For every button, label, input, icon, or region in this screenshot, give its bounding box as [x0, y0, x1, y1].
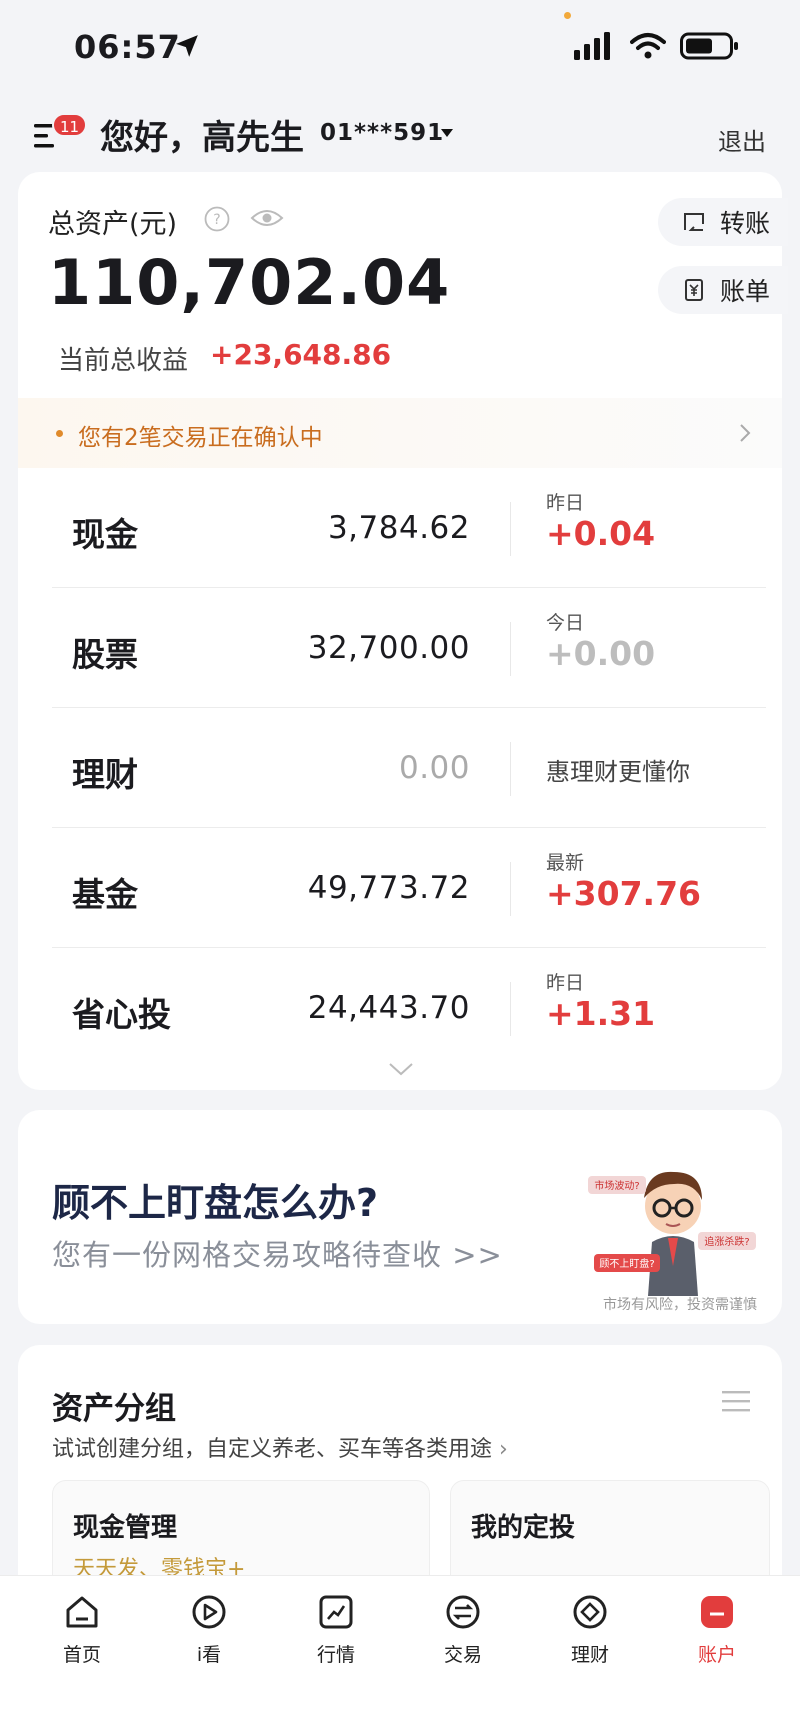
bottom-tab-bar: 首页 i看 行情 交易 理财 账户: [0, 1575, 800, 1731]
promo-title: 顾不上盯盘怎么办?: [52, 1181, 379, 1225]
asset-name: 理财: [72, 755, 138, 794]
bill-button[interactable]: 账单: [658, 266, 788, 314]
asset-row-stocks[interactable]: 股票 32,700.00 今日 +0.00: [52, 588, 766, 708]
tab-label: 理财: [570, 1644, 609, 1666]
chart-icon: [319, 1595, 353, 1629]
tab-market[interactable]: 行情: [276, 1592, 396, 1682]
transfer-label: 转账: [720, 209, 771, 238]
tab-i-look[interactable]: i看: [149, 1592, 269, 1682]
tile-title: 我的定投: [471, 1513, 576, 1543]
tab-label: 交易: [443, 1644, 482, 1666]
chevron-right-icon: [740, 424, 751, 442]
divider: [510, 622, 511, 676]
asset-change: +307.76: [546, 874, 701, 913]
chevron-right-icon: ›: [499, 1437, 508, 1462]
asset-group-hint: 试试创建分组，自定义养老、买车等各类用途: [52, 1437, 493, 1462]
asset-amount: 49,773.72: [307, 870, 470, 906]
wifi-icon: [630, 33, 666, 59]
battery-icon: [680, 32, 738, 60]
change-period-label: 昨日: [546, 492, 585, 514]
asset-name: 现金: [72, 515, 138, 554]
greeting: 您好，高先生: [100, 118, 304, 158]
tab-label: 行情: [316, 1644, 355, 1666]
grid-trading-promo-card[interactable]: 顾不上盯盘怎么办? 您有一份网格交易攻略待查收 >> 市场波动? 追涨杀跌? 顾…: [18, 1110, 782, 1324]
asset-amount: 32,700.00: [307, 630, 470, 666]
signal-icon: [574, 32, 610, 60]
list-icon[interactable]: [722, 1389, 750, 1413]
tab-trade[interactable]: 交易: [403, 1592, 523, 1682]
asset-promo-note: 惠理财更懂你: [546, 758, 690, 786]
asset-amount: 0.00: [398, 750, 470, 786]
asset-row-wealth[interactable]: 理财 0.00 惠理财更懂你: [52, 708, 766, 828]
tab-home[interactable]: 首页: [22, 1592, 142, 1682]
eye-icon[interactable]: [250, 206, 284, 230]
promo-subtitle[interactable]: 您有一份网格交易攻略待查收 >>: [52, 1232, 503, 1274]
total-assets-value: 110,702.04: [48, 246, 451, 319]
asset-name: 股票: [72, 635, 138, 674]
total-profit-value: +23,648.86: [210, 338, 392, 371]
bubble-no-time: 顾不上盯盘?: [599, 1257, 654, 1270]
advisor-illustration: 市场波动? 追涨杀跌? 顾不上盯盘?: [588, 1171, 756, 1296]
divider: [510, 502, 511, 556]
diamond-icon: [573, 1595, 607, 1629]
divider: [510, 982, 511, 1036]
divider: [510, 742, 511, 796]
change-period-label: 今日: [546, 612, 585, 634]
bill-icon: [685, 279, 703, 301]
asset-row-auto-invest[interactable]: 省心投 24,443.70 昨日 +1.31: [52, 948, 766, 1068]
divider: [510, 862, 511, 916]
privacy-indicator-dot: [564, 12, 571, 19]
asset-name: 基金: [72, 875, 138, 914]
pending-transactions-banner[interactable]: 您有2笔交易正在确认中: [18, 398, 782, 468]
tile-title: 现金管理: [73, 1513, 178, 1543]
asset-group-subtitle[interactable]: 试试创建分组，自定义养老、买车等各类用途 ›: [52, 1431, 508, 1463]
status-bar: 06:57: [0, 0, 800, 96]
asset-name: 省心投: [72, 995, 171, 1034]
logout-button[interactable]: 退出: [718, 122, 766, 157]
notification-badge: 11: [52, 113, 88, 137]
bubble-chasing: 追涨杀跌?: [704, 1235, 749, 1248]
asset-amount: 24,443.70: [307, 990, 470, 1026]
home-icon: [66, 1596, 98, 1628]
status-time: 06:57: [74, 28, 181, 66]
account-icon: [701, 1596, 733, 1628]
change-period-label: 最新: [546, 852, 585, 874]
risk-disclaimer: 市场有风险，投资需谨慎: [603, 1297, 757, 1313]
transfer-icon: [684, 213, 704, 231]
bubble-market-volatility: 市场波动?: [594, 1179, 639, 1192]
total-assets-label: 总资产(元): [48, 209, 178, 240]
asset-row-funds[interactable]: 基金 49,773.72 最新 +307.76: [52, 828, 766, 948]
transfer-button[interactable]: 转账: [658, 198, 788, 246]
chevron-down-icon[interactable]: [388, 1062, 414, 1076]
tab-label: i看: [196, 1644, 222, 1666]
account-selector[interactable]: 01***591: [320, 120, 444, 146]
location-arrow-icon: [176, 35, 198, 57]
tab-wealth[interactable]: 理财: [530, 1592, 650, 1682]
tab-label: 账户: [697, 1644, 736, 1666]
tab-label: 首页: [62, 1644, 101, 1666]
caret-down-icon[interactable]: [440, 128, 454, 138]
asset-change: +1.31: [546, 994, 656, 1033]
pending-text: 您有2笔交易正在确认中: [78, 425, 323, 451]
swap-icon: [446, 1595, 480, 1629]
bill-label: 账单: [720, 277, 771, 306]
change-period-label: 昨日: [546, 972, 585, 994]
total-profit-label: 当前总收益: [58, 346, 189, 376]
asset-group-title: 资产分组: [52, 1391, 176, 1427]
assets-card: 总资产(元) ? 110,702.04 当前总收益 +23,648.86 转账 …: [18, 172, 788, 1090]
asset-change: +0.00: [546, 634, 656, 673]
tab-account[interactable]: 账户: [657, 1592, 777, 1682]
help-icon[interactable]: ?: [204, 206, 230, 232]
play-icon: [192, 1595, 226, 1629]
pending-dot: [56, 430, 63, 437]
svg-text:?: ?: [213, 212, 220, 228]
asset-change: +0.04: [546, 514, 656, 553]
header: 11 您好，高先生 01***591 退出: [0, 96, 800, 172]
asset-amount: 3,784.62: [327, 510, 470, 546]
asset-row-cash[interactable]: 现金 3,784.62 昨日 +0.04: [52, 468, 766, 588]
